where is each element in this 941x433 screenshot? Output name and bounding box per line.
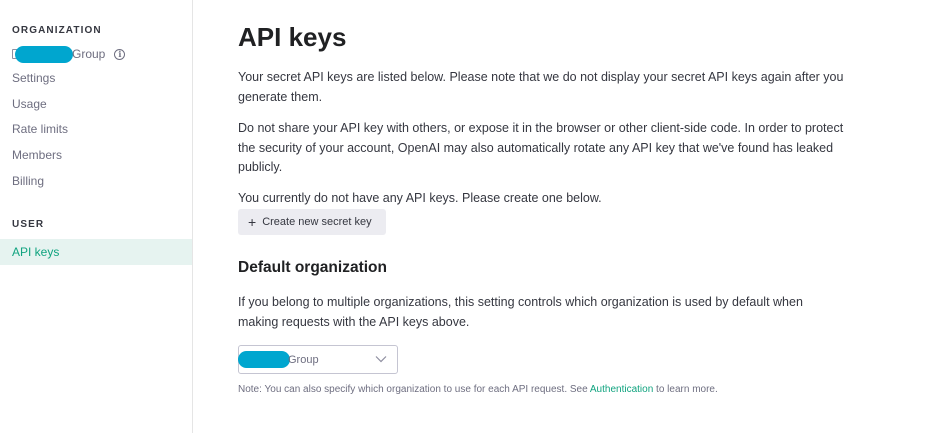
authentication-link[interactable]: Authentication <box>590 384 653 395</box>
page-title: API keys <box>238 22 347 52</box>
info-icon[interactable]: i <box>114 48 126 60</box>
plus-icon: + <box>248 214 257 230</box>
sidebar-item-label: Billing <box>12 174 45 188</box>
sidebar-item-settings[interactable]: Settings <box>0 65 192 91</box>
app-window: ORGANIZATION Group i Settings Usage Rate… <box>0 0 941 433</box>
organization-heading: ORGANIZATION <box>12 25 102 36</box>
default-organization-title: Default organization <box>238 259 387 276</box>
organization-name[interactable]: Group i <box>12 45 126 63</box>
sidebar-item-rate-limits[interactable]: Rate limits <box>0 116 192 142</box>
org-name-suffix: Group <box>72 47 106 61</box>
user-heading: USER <box>12 219 45 230</box>
intro-text: Your secret API keys are listed below. P… <box>238 70 844 104</box>
sidebar-item-label: API keys <box>12 245 60 259</box>
sidebar-item-billing[interactable]: Billing <box>0 168 192 194</box>
create-secret-key-label: Create new secret key <box>262 216 372 228</box>
organization-select[interactable]: Group <box>238 345 398 374</box>
create-secret-key-button[interactable]: + Create new secret key <box>238 209 386 235</box>
organization-note: Note: You can also specify which organiz… <box>238 384 718 395</box>
redacted-org-name <box>15 45 73 63</box>
sidebar-item-usage[interactable]: Usage <box>0 91 192 117</box>
sidebar-item-label: Usage <box>12 97 47 111</box>
sidebar-item-label: Members <box>12 148 63 162</box>
note-prefix: Note: You can also specify which organiz… <box>238 384 590 395</box>
select-value-suffix: Group <box>288 353 319 366</box>
sidebar: ORGANIZATION Group i Settings Usage Rate… <box>0 0 193 433</box>
sidebar-item-api-keys[interactable]: API keys <box>0 239 192 265</box>
note-suffix: to learn more. <box>653 384 718 395</box>
sidebar-item-label: Rate limits <box>12 122 69 136</box>
sidebar-item-members[interactable]: Members <box>0 142 192 168</box>
default-organization-description: If you belong to multiple organizations,… <box>238 295 803 329</box>
redacted-org-name <box>238 351 290 368</box>
warning-text: Do not share your API key with others, o… <box>238 121 844 174</box>
chevron-down-icon <box>375 356 387 363</box>
empty-state-text: You currently do not have any API keys. … <box>238 191 602 205</box>
sidebar-item-label: Settings <box>12 71 56 85</box>
